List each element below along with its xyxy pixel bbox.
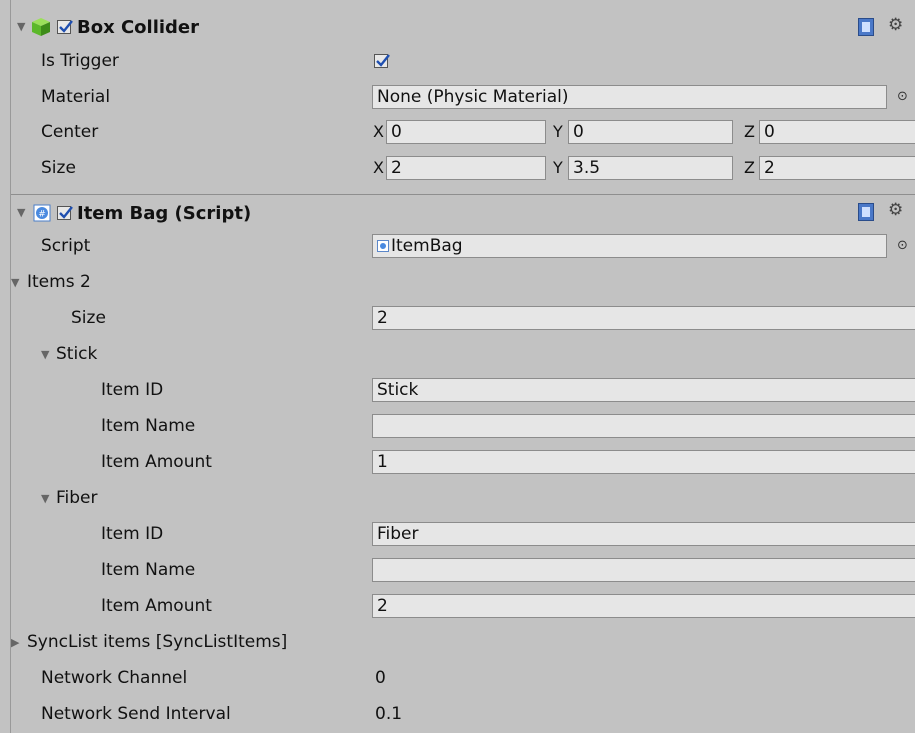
- center-row: Center X 0 Y 0 Z 0: [11, 114, 915, 150]
- item-amount-label: Item Amount: [101, 452, 212, 472]
- items-label: Items 2: [27, 272, 91, 292]
- item-foldout-row[interactable]: ▼ Stick: [11, 336, 915, 372]
- item-amount-row: Item Amount 1: [11, 444, 915, 480]
- item-bag-header[interactable]: ▼ # Item Bag (Script) ⚙: [11, 194, 915, 231]
- box-collider-title: Box Collider: [77, 17, 200, 38]
- size-x-label: X: [373, 158, 384, 177]
- fold-open-icon[interactable]: ▼: [11, 276, 19, 289]
- is-trigger-row: Is Trigger: [11, 43, 915, 79]
- script-asset-icon: [377, 240, 389, 252]
- item-name-field[interactable]: [372, 414, 915, 438]
- item-foldout-row[interactable]: ▼ Fiber: [11, 480, 915, 516]
- item-id-label: Item ID: [101, 380, 164, 400]
- network-channel-value: 0: [375, 668, 386, 688]
- item-amount-label: Item Amount: [101, 596, 212, 616]
- items-size-field[interactable]: 2: [372, 306, 915, 330]
- gear-icon[interactable]: ⚙: [888, 15, 903, 35]
- item-header-label: Stick: [56, 344, 98, 364]
- item-header-label: Fiber: [56, 488, 98, 508]
- script-row: Script ItemBag ⊙: [11, 228, 915, 264]
- fold-open-icon[interactable]: ▼: [41, 348, 49, 361]
- is-trigger-label: Is Trigger: [41, 51, 119, 71]
- center-label: Center: [41, 122, 99, 142]
- size-z-label: Z: [744, 158, 755, 177]
- size-z-field[interactable]: 2: [759, 156, 915, 180]
- material-row: Material None (Physic Material) ⊙: [11, 79, 915, 115]
- synclist-label: SyncList items [SyncListItems]: [27, 632, 288, 652]
- svg-text:#: #: [38, 210, 46, 220]
- help-book-icon[interactable]: [858, 203, 874, 221]
- fold-open-icon[interactable]: ▼: [17, 206, 25, 219]
- csharp-script-icon: #: [33, 204, 51, 227]
- item-amount-field[interactable]: 2: [372, 594, 915, 618]
- item-bag-title: Item Bag (Script): [77, 203, 252, 224]
- is-trigger-checkbox[interactable]: [374, 54, 390, 68]
- fold-closed-icon[interactable]: ▶: [11, 636, 19, 649]
- items-size-label: Size: [71, 308, 106, 328]
- item-id-field[interactable]: Stick: [372, 378, 915, 402]
- center-x-label: X: [373, 122, 384, 141]
- size-y-field[interactable]: 3.5: [568, 156, 733, 180]
- item-name-row: Item Name: [11, 408, 915, 444]
- network-send-interval-label: Network Send Interval: [41, 704, 231, 724]
- script-label: Script: [41, 236, 91, 256]
- item-id-label: Item ID: [101, 524, 164, 544]
- box-collider-header[interactable]: ▼ Box Collider ⚙: [11, 10, 915, 46]
- center-y-label: Y: [553, 122, 563, 141]
- item-name-field[interactable]: [372, 558, 915, 582]
- material-label: Material: [41, 87, 111, 107]
- item-id-row: Item ID Stick: [11, 372, 915, 408]
- fold-open-icon[interactable]: ▼: [41, 492, 49, 505]
- items-foldout-row[interactable]: ▼ Items 2: [11, 264, 915, 300]
- items-size-row: Size 2: [11, 300, 915, 336]
- script-field[interactable]: ItemBag: [372, 234, 887, 258]
- gear-icon[interactable]: ⚙: [888, 200, 903, 220]
- box-collider-enabled-checkbox[interactable]: [57, 20, 73, 34]
- item-amount-field[interactable]: 1: [372, 450, 915, 474]
- fold-open-icon[interactable]: ▼: [17, 20, 25, 33]
- inspector-panel: ▼ Box Collider ⚙ Is Trigger Material Non…: [10, 0, 915, 733]
- network-send-interval-row: Network Send Interval 0.1: [11, 696, 915, 732]
- center-z-field[interactable]: 0: [759, 120, 915, 144]
- script-value: ItemBag: [391, 236, 463, 256]
- item-name-label: Item Name: [101, 560, 196, 580]
- item-bag-enabled-checkbox[interactable]: [57, 206, 73, 220]
- object-picker-icon[interactable]: ⊙: [897, 238, 908, 253]
- object-picker-icon[interactable]: ⊙: [897, 89, 908, 104]
- item-id-field[interactable]: Fiber: [372, 522, 915, 546]
- item-id-row: Item ID Fiber: [11, 516, 915, 552]
- center-y-field[interactable]: 0: [568, 120, 733, 144]
- size-label: Size: [41, 158, 76, 178]
- item-name-label: Item Name: [101, 416, 196, 436]
- synclist-foldout-row[interactable]: ▶ SyncList items [SyncListItems]: [11, 624, 915, 660]
- center-x-field[interactable]: 0: [386, 120, 546, 144]
- size-x-field[interactable]: 2: [386, 156, 546, 180]
- material-field[interactable]: None (Physic Material): [372, 85, 887, 109]
- cube-icon: [31, 17, 51, 42]
- network-send-interval-value: 0.1: [375, 704, 403, 724]
- size-row: Size X 2 Y 3.5 Z 2: [11, 150, 915, 186]
- help-book-icon[interactable]: [858, 18, 874, 36]
- item-amount-row: Item Amount 2: [11, 588, 915, 624]
- network-channel-row: Network Channel 0: [11, 660, 915, 696]
- size-y-label: Y: [553, 158, 563, 177]
- center-z-label: Z: [744, 122, 755, 141]
- item-name-row: Item Name: [11, 552, 915, 588]
- network-channel-label: Network Channel: [41, 668, 188, 688]
